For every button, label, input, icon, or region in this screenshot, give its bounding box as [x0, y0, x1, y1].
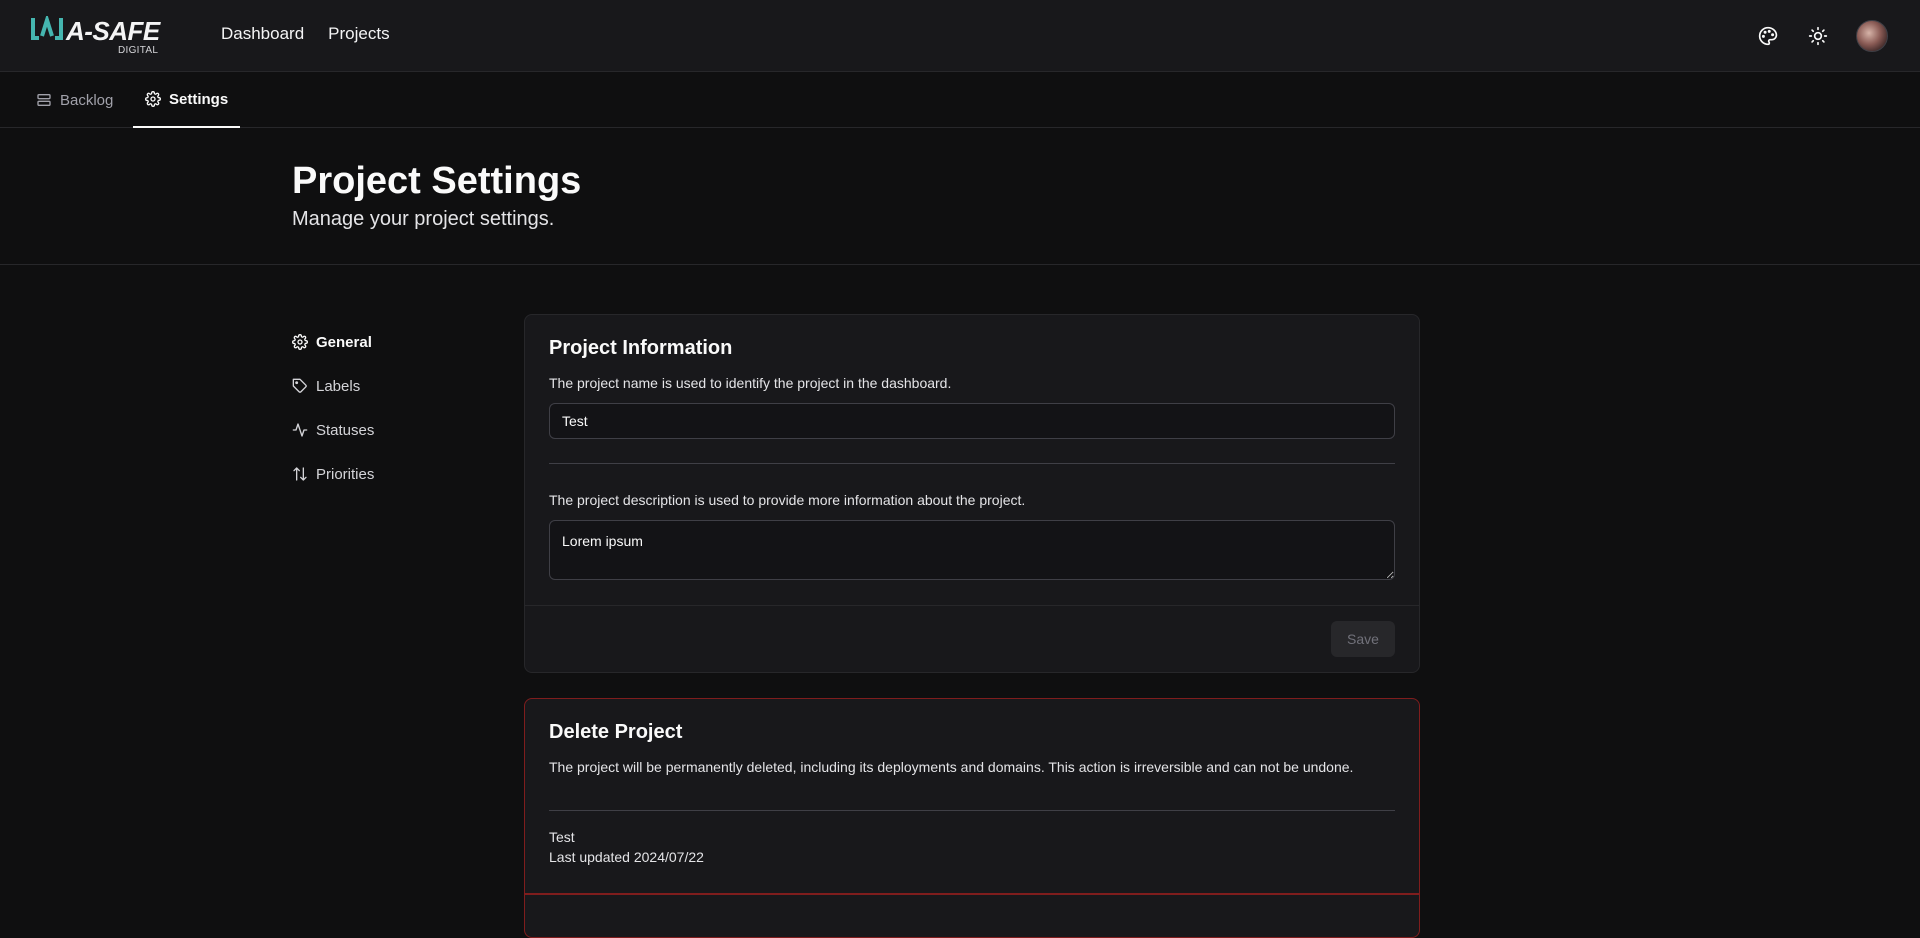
gear-icon [292, 334, 308, 350]
backlog-icon [37, 94, 51, 106]
main-nav: Dashboard Projects [221, 24, 390, 44]
save-button[interactable]: Save [1331, 621, 1395, 657]
nav-dashboard[interactable]: Dashboard [221, 24, 304, 44]
side-item-label: Priorities [316, 465, 375, 483]
project-name-description: The project name is used to identify the… [549, 375, 952, 391]
side-item-statuses[interactable]: Statuses [292, 408, 492, 452]
tab-backlog[interactable]: Backlog [24, 72, 125, 128]
side-item-label: Statuses [316, 421, 375, 439]
top-bar: A-SAFE DIGITAL Dashboard Projects [0, 0, 1920, 72]
mode-toggle-button[interactable] [1806, 24, 1830, 48]
side-item-priorities[interactable]: Priorities [292, 452, 492, 496]
gear-icon [145, 91, 161, 107]
nav-projects[interactable]: Projects [328, 24, 389, 44]
tab-backlog-label: Backlog [60, 91, 114, 109]
page-header: Project Settings Manage your project set… [0, 128, 1920, 265]
page-subtitle: Manage your project settings. [292, 208, 555, 230]
card-footer-divider [525, 605, 1419, 606]
project-description-description: The project description is used to provi… [549, 492, 1026, 508]
card-title: Delete Project [549, 721, 683, 743]
project-name: Test [549, 829, 575, 845]
delete-project-description: The project will be permanently deleted,… [549, 759, 1354, 775]
tab-settings-label: Settings [169, 90, 229, 108]
project-name-input[interactable] [549, 403, 1395, 439]
tag-icon [292, 378, 307, 393]
brand-logo[interactable]: A-SAFE DIGITAL [30, 16, 160, 58]
danger-footer-divider [525, 893, 1419, 895]
side-item-labels[interactable]: Labels [292, 364, 492, 408]
palette-icon [1758, 26, 1778, 46]
delete-project-card: Delete Project The project will be perma… [524, 698, 1420, 938]
project-last-updated: Last updated 2024/07/22 [549, 849, 704, 865]
project-tabs: Backlog Settings [0, 72, 1920, 128]
tab-settings[interactable]: Settings [133, 72, 241, 128]
page-title: Project Settings [292, 160, 582, 202]
side-item-label: Labels [316, 377, 361, 395]
arrow-up-down-icon [293, 467, 307, 481]
brand-sub: DIGITAL [118, 45, 159, 56]
project-information-card: Project Information The project name is … [524, 314, 1420, 673]
divider [549, 810, 1395, 811]
activity-icon [292, 423, 308, 437]
divider [549, 463, 1395, 464]
side-item-general[interactable]: General [292, 320, 492, 364]
settings-side-menu: General Labels Statuses Priorities [292, 320, 492, 496]
theme-button[interactable] [1756, 24, 1780, 48]
logo-mark-icon [31, 16, 63, 40]
project-description-textarea[interactable]: Lorem ipsum [549, 520, 1395, 580]
brand-name: A-SAFE [66, 16, 160, 46]
sun-icon [1808, 26, 1828, 46]
card-title: Project Information [549, 337, 733, 359]
side-item-label: General [316, 333, 372, 351]
header-actions [1756, 20, 1888, 52]
user-avatar[interactable] [1856, 20, 1888, 52]
